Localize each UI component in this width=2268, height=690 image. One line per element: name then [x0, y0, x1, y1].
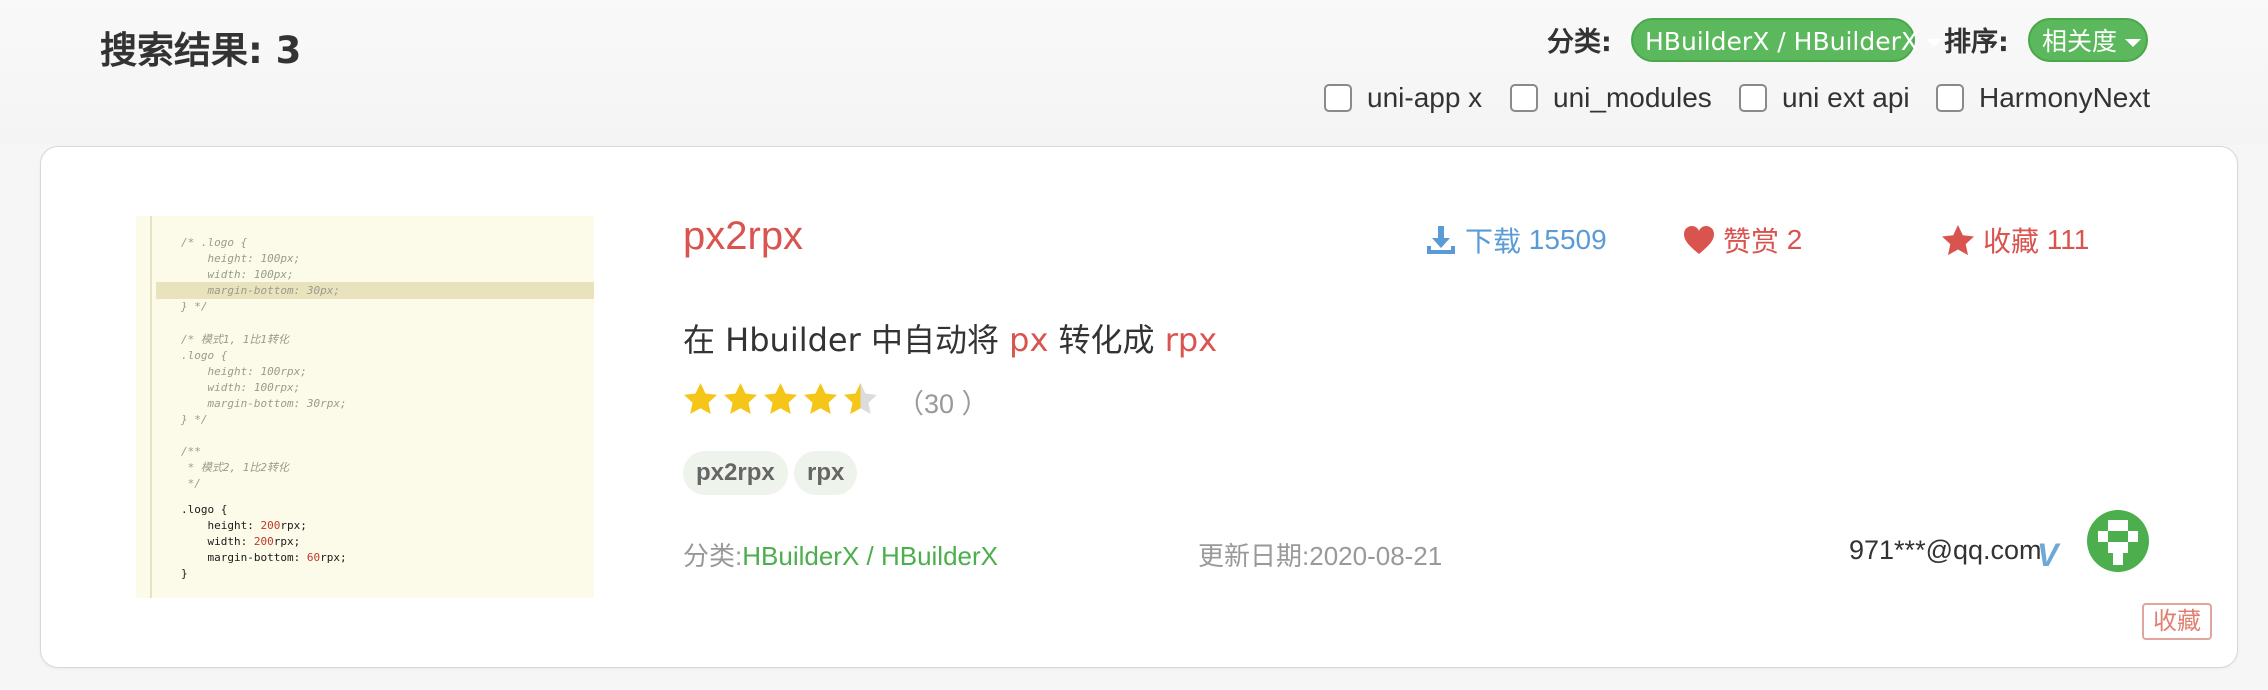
- star-icon: [1942, 225, 1974, 256]
- download-count: 15509: [1528, 224, 1607, 255]
- plugin-category: 分类:HBuilderX / HBuilderX: [683, 536, 998, 573]
- heart-icon: [1684, 226, 1714, 254]
- star-full-icon: [684, 383, 717, 415]
- search-header: [0, 0, 2268, 145]
- reward-count: 2: [1786, 224, 1803, 255]
- plugin-thumbnail[interactable]: /* .logo { height: 100px; width: 100px; …: [136, 216, 594, 598]
- checkbox-label: uni ext api: [1782, 82, 1910, 113]
- filter-checkbox-uni-ext-api[interactable]: uni ext api: [1739, 80, 1910, 116]
- download-label: 下载: [1465, 226, 1522, 257]
- checkbox-label: HarmonyNext: [1979, 82, 2151, 113]
- thumbnail-code-active: .logo { height: 200rpx; width: 200rpx; m…: [181, 503, 347, 581]
- favorite-count: 111: [2046, 224, 2090, 255]
- category-link[interactable]: HBuilderX / HBuilderX: [742, 541, 998, 571]
- checkbox-box[interactable]: [1324, 84, 1352, 112]
- star-half-icon: [844, 383, 877, 415]
- author-name[interactable]: 971***@qq.com: [1849, 535, 2042, 566]
- category-filter-label: 分类:: [1547, 27, 1612, 58]
- thumbnail-code-commented: /* .logo { height: 100px; width: 100px; …: [181, 236, 347, 491]
- favorite-button[interactable]: 收藏: [2142, 603, 2212, 640]
- sort-dropdown-value: 相关度: [2042, 27, 2118, 56]
- rating-count: （30 ）: [897, 389, 989, 419]
- identicon-icon: [2098, 520, 2138, 565]
- chevron-down-icon: [2125, 39, 2142, 47]
- download-stat[interactable]: 下载 15509: [1425, 220, 1607, 260]
- plugin-updated-date: 更新日期:2020-08-21: [1198, 536, 1442, 573]
- filter-checkbox-uni-modules[interactable]: uni_modules: [1510, 80, 1712, 116]
- reward-stat[interactable]: 赞赏 2: [1683, 220, 1802, 260]
- code-gutter: [136, 216, 152, 598]
- plugin-description: 在 Hbuilder 中自动将 px 转化成 rpx: [683, 321, 1218, 359]
- plugin-name-link[interactable]: px2rpx: [683, 214, 803, 259]
- checkbox-box[interactable]: [1936, 84, 1964, 112]
- checkbox-box[interactable]: [1739, 84, 1767, 112]
- star-full-icon: [804, 383, 837, 415]
- verified-icon: V: [2037, 537, 2059, 573]
- category-label: 分类:: [683, 541, 743, 571]
- download-icon: [1427, 226, 1455, 254]
- avatar[interactable]: [2087, 510, 2149, 572]
- search-result-title: 搜索结果: 3: [100, 29, 302, 72]
- updated-label: 更新日期:: [1198, 541, 1310, 571]
- filter-checkbox-harmonynext[interactable]: HarmonyNext: [1936, 80, 2150, 116]
- sort-label: 排序:: [1944, 27, 2009, 58]
- rating-stars: [683, 382, 883, 415]
- checkbox-box[interactable]: [1510, 84, 1538, 112]
- star-full-icon: [764, 383, 797, 415]
- checkbox-label: uni_modules: [1553, 82, 1712, 113]
- tag-rpx[interactable]: rpx: [794, 451, 858, 495]
- star-full-icon: [724, 383, 757, 415]
- filter-checkbox-uni-app-x[interactable]: uni-app x: [1324, 80, 1482, 116]
- tag-px2rpx[interactable]: px2rpx: [683, 451, 788, 495]
- checkbox-label: uni-app x: [1367, 82, 1483, 113]
- favorite-label: 收藏: [1983, 226, 2040, 257]
- favorite-stat[interactable]: 收藏 111: [1941, 220, 2089, 260]
- sort-dropdown[interactable]: 相关度: [2028, 18, 2148, 62]
- chevron-down-icon: [1926, 39, 1942, 47]
- reward-label: 赞赏: [1723, 226, 1780, 257]
- updated-value: 2020-08-21: [1309, 541, 1443, 571]
- category-dropdown-value: HBuilderX / HBuilderX: [1645, 27, 1918, 56]
- category-dropdown[interactable]: HBuilderX / HBuilderX: [1631, 18, 1942, 62]
